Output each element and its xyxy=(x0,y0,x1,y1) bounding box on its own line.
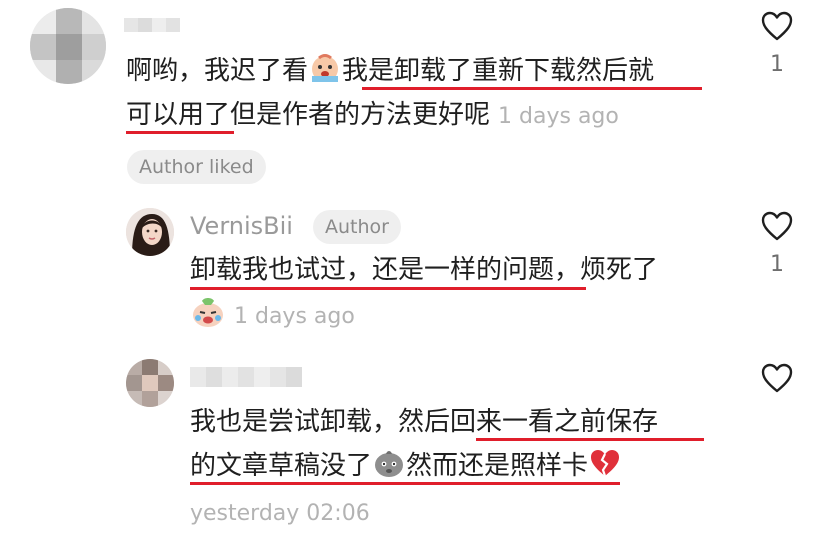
comment-text-highlighted: 可以用了 xyxy=(126,100,231,130)
underline-mark xyxy=(476,438,704,441)
comment-text-highlighted: 卸载我也试过，还是一样的问题，烦死了 xyxy=(190,255,659,285)
comment-text-highlighted: 然而还是照样卡 xyxy=(406,451,589,481)
underline-mark xyxy=(190,482,620,485)
username[interactable]: VernisBii xyxy=(190,212,293,240)
author-liked-chip: Author liked xyxy=(127,150,266,184)
comment-text-highlighted: 回来一看之前保存 xyxy=(450,407,659,437)
username-blurred[interactable] xyxy=(190,363,302,391)
avatar[interactable] xyxy=(126,208,174,256)
heart-icon[interactable] xyxy=(760,362,794,394)
crying-dumpling-emoji-icon xyxy=(190,296,226,342)
username-blurred[interactable] xyxy=(124,14,180,36)
heart-icon[interactable] xyxy=(760,10,794,42)
comment-text-highlighted: 的文章草稿没了 xyxy=(190,451,373,481)
comment-text: 我也是尝试卸载，然后 xyxy=(190,407,451,437)
timestamp: yesterday 02:06 xyxy=(190,501,370,526)
grey-face-emoji-icon xyxy=(372,447,406,493)
avatar[interactable] xyxy=(30,8,106,84)
comment-text: 啊哟，我迟了看 xyxy=(126,56,309,86)
timestamp: 1 days ago xyxy=(498,104,619,129)
avatar[interactable] xyxy=(126,359,174,407)
comment-meta-line: 1 days ago xyxy=(190,293,355,342)
heart-icon[interactable] xyxy=(760,210,794,242)
underline-mark xyxy=(190,287,586,290)
comment-text-line: 的文章草稿没了 然而还是照样卡 xyxy=(190,444,622,493)
like-count: 1 xyxy=(770,252,784,277)
crying-face-emoji-icon xyxy=(308,52,342,98)
underline-mark xyxy=(362,87,702,90)
author-badge: Author xyxy=(313,210,401,244)
broken-heart-emoji-icon xyxy=(588,447,622,493)
like-count: 1 xyxy=(770,52,784,77)
underline-mark xyxy=(126,131,234,134)
comment-text-highlighted: 我是卸载了重新下载然后就 xyxy=(342,56,655,86)
comment-text-line: 啊哟，我迟了看 我是卸载了重新下载然后就 xyxy=(126,49,654,98)
comment-text: 但是作者的方法更好呢 xyxy=(230,100,491,130)
comment-meta-line: yesterday 02:06 xyxy=(182,490,370,536)
timestamp: 1 days ago xyxy=(234,304,355,329)
